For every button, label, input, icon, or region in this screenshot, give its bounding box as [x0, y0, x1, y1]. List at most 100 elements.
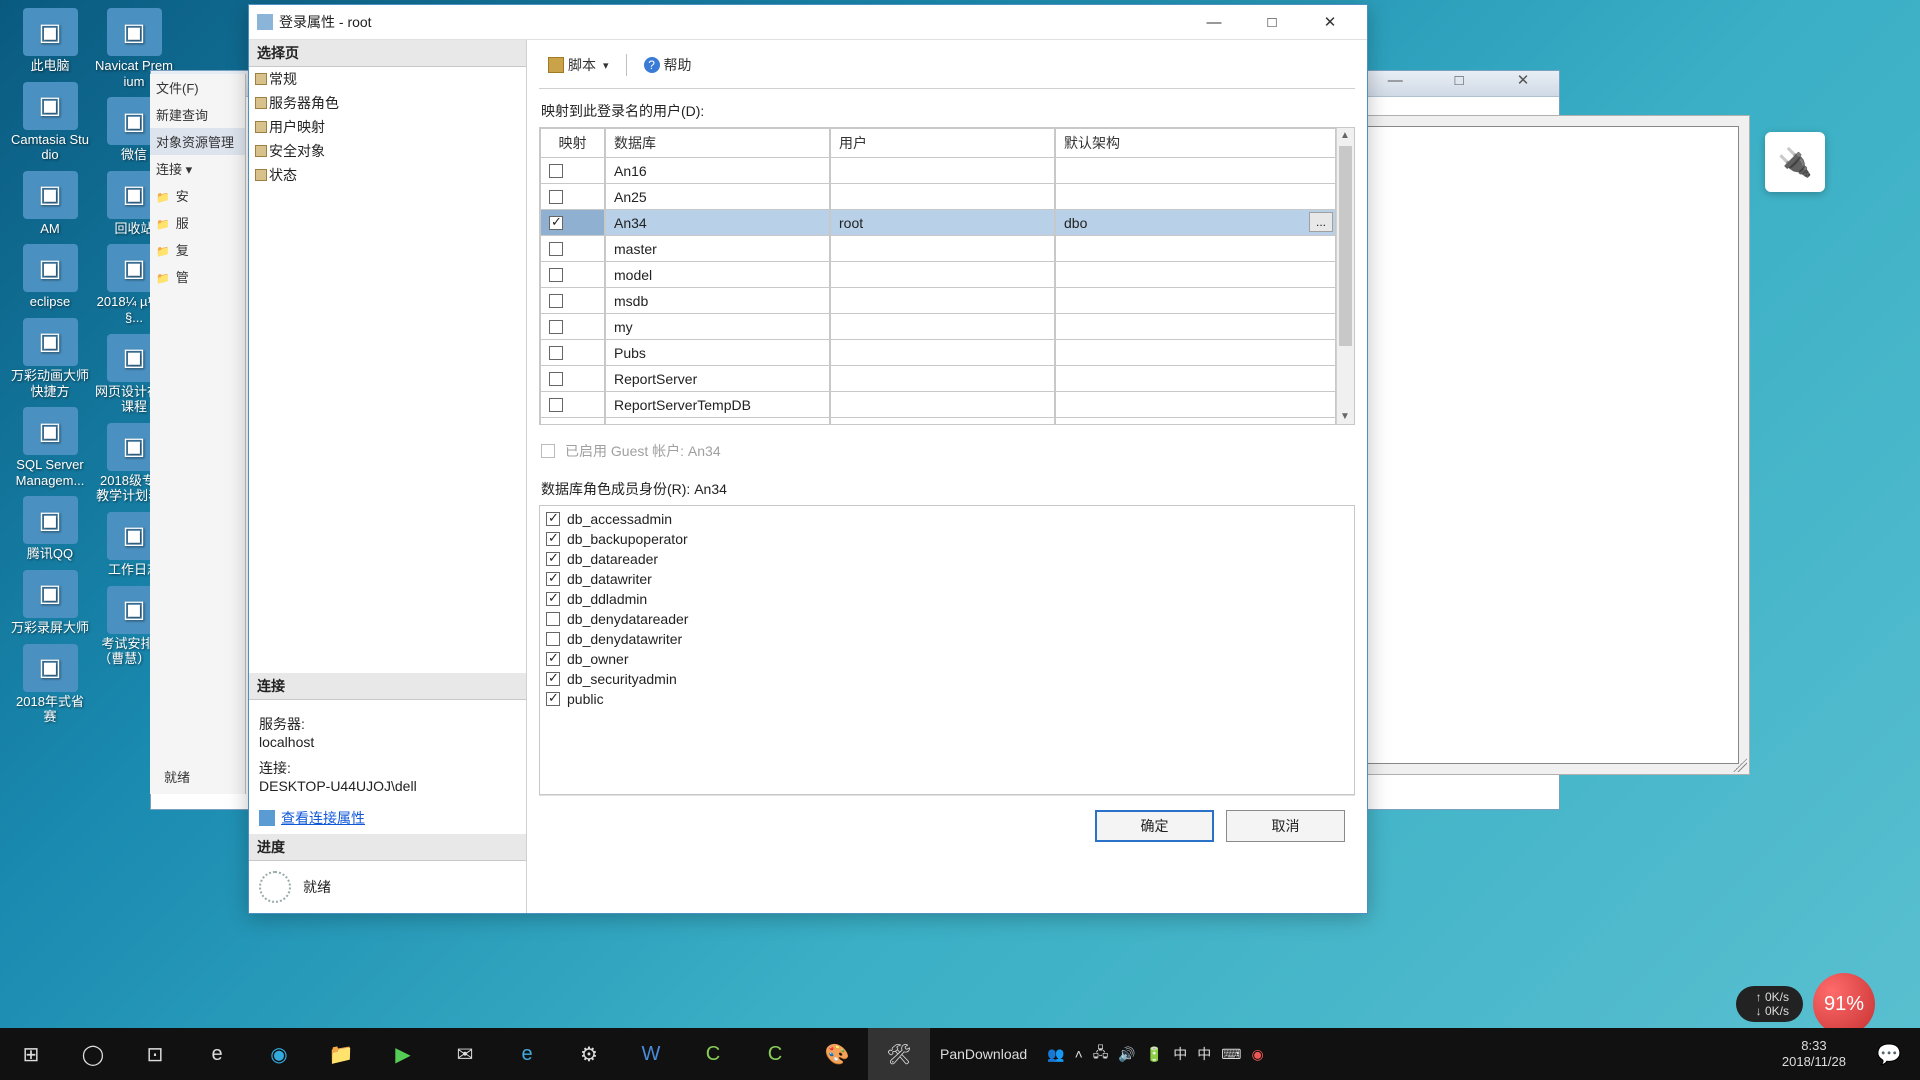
role-row[interactable]: db_owner	[546, 649, 1348, 669]
map-checkbox[interactable]	[549, 268, 563, 282]
tray-ime2[interactable]: 中	[1197, 1044, 1211, 1064]
cell-user[interactable]	[830, 418, 1055, 425]
role-row[interactable]: db_denydatawriter	[546, 629, 1348, 649]
bg-minimize-button[interactable]: —	[1365, 72, 1425, 89]
col-header-database[interactable]: 数据库	[605, 128, 830, 158]
search-button[interactable]: ◯	[62, 1028, 124, 1080]
cell-database[interactable]: An34	[605, 210, 830, 236]
page-nav-常规[interactable]: 常规	[249, 67, 526, 91]
accelerator-ball[interactable]: 91%	[1813, 973, 1875, 1035]
mapping-row[interactable]: Pubs	[540, 340, 1336, 366]
role-checkbox[interactable]	[546, 632, 560, 646]
task-view-button[interactable]: ⊡	[124, 1028, 186, 1080]
role-checkbox[interactable]	[546, 532, 560, 546]
taskbar-app-word[interactable]: W	[620, 1028, 682, 1080]
start-button[interactable]: ⊞	[0, 1028, 62, 1080]
map-checkbox[interactable]	[549, 190, 563, 204]
cell-schema[interactable]	[1055, 418, 1336, 425]
desktop-icon[interactable]: ▣万彩录屏大师	[10, 570, 90, 636]
desktop-icon[interactable]: ▣2018年式省赛	[10, 644, 90, 725]
role-checkbox[interactable]	[546, 592, 560, 606]
mapping-grid-scroll[interactable]: 映射 数据库 用户 默认架构 An16An25An34rootdbo...mas…	[539, 127, 1355, 425]
taskbar-app-mail[interactable]: ✉	[434, 1028, 496, 1080]
cancel-button[interactable]: 取消	[1226, 810, 1345, 842]
mapping-row[interactable]: An16	[540, 158, 1336, 184]
mapping-row[interactable]: ReportServer	[540, 366, 1336, 392]
script-button[interactable]: 脚本	[541, 52, 616, 78]
cell-user[interactable]	[830, 366, 1055, 392]
cell-schema[interactable]	[1055, 314, 1336, 340]
cell-user[interactable]	[830, 158, 1055, 184]
desktop-icon[interactable]: ▣此电脑	[10, 8, 90, 74]
role-row[interactable]: public	[546, 689, 1348, 709]
tray-ime1[interactable]: 中	[1173, 1044, 1187, 1064]
cell-database[interactable]: An16	[605, 158, 830, 184]
tree-node[interactable]: 服	[150, 209, 245, 236]
cell-database[interactable]: ReportServerTempDB	[605, 392, 830, 418]
cell-schema[interactable]	[1055, 236, 1336, 262]
cell-database[interactable]: ReportServer	[605, 366, 830, 392]
cell-database[interactable]: my	[605, 314, 830, 340]
maximize-button[interactable]: □	[1243, 5, 1301, 40]
map-checkbox[interactable]	[549, 424, 563, 426]
page-nav-用户映射[interactable]: 用户映射	[249, 115, 526, 139]
cell-user[interactable]	[830, 184, 1055, 210]
tree-node[interactable]: 复	[150, 236, 245, 263]
page-nav-服务器角色[interactable]: 服务器角色	[249, 91, 526, 115]
mapping-row[interactable]: my	[540, 314, 1336, 340]
cell-user[interactable]	[830, 340, 1055, 366]
usb-device-popup[interactable]: 🔌	[1765, 132, 1825, 192]
taskbar-running-app[interactable]: PanDownload	[930, 1046, 1037, 1062]
bg-maximize-button[interactable]: □	[1429, 72, 1489, 89]
dialog-title-bar[interactable]: 登录属性 - root — □ ✕	[249, 5, 1367, 40]
taskbar-app-browser[interactable]: ◉	[248, 1028, 310, 1080]
tray-chevron-icon[interactable]: ˄	[1075, 1046, 1083, 1062]
role-row[interactable]: db_datawriter	[546, 569, 1348, 589]
role-checkbox[interactable]	[546, 652, 560, 666]
taskbar-app-camtasia2[interactable]: C	[744, 1028, 806, 1080]
cell-database[interactable]: model	[605, 262, 830, 288]
cell-schema[interactable]	[1055, 340, 1336, 366]
cell-schema[interactable]	[1055, 184, 1336, 210]
ok-button[interactable]: 确定	[1095, 810, 1214, 842]
net-speed-hud[interactable]: ↑ 0K/s ↓ 0K/s 91%	[1736, 973, 1875, 1035]
map-checkbox[interactable]	[549, 346, 563, 360]
tray-360-icon[interactable]: ◉	[1252, 1046, 1264, 1063]
taskbar-app-camtasia[interactable]: C	[682, 1028, 744, 1080]
role-row[interactable]: db_datareader	[546, 549, 1348, 569]
role-row[interactable]: db_accessadmin	[546, 509, 1348, 529]
desktop-icon[interactable]: ▣腾讯QQ	[10, 496, 90, 562]
cell-schema[interactable]	[1055, 392, 1336, 418]
taskbar-app-settings[interactable]: ⚙	[558, 1028, 620, 1080]
role-row[interactable]: db_backupoperator	[546, 529, 1348, 549]
cell-database[interactable]: student	[605, 418, 830, 425]
cell-user[interactable]: root	[830, 210, 1055, 236]
role-checkbox[interactable]	[546, 692, 560, 706]
taskbar-app-ie[interactable]: e	[496, 1028, 558, 1080]
mapping-row[interactable]: msdb	[540, 288, 1336, 314]
tray-network-icon[interactable]: 🖧	[1093, 1042, 1109, 1066]
tray-keyboard-icon[interactable]: ⌨	[1221, 1046, 1241, 1063]
system-tray[interactable]: 👥 ˄ 🖧 🔊 🔋 中 中 ⌨ ◉	[1037, 1042, 1274, 1066]
cell-user[interactable]	[830, 262, 1055, 288]
taskbar-app-tools[interactable]: 🛠	[868, 1028, 930, 1080]
menu-file[interactable]: 文件(F)	[150, 74, 245, 101]
browse-schema-button[interactable]: ...	[1309, 212, 1333, 232]
map-checkbox[interactable]	[549, 398, 563, 412]
minimize-button[interactable]: —	[1185, 5, 1243, 40]
mapping-row[interactable]: master	[540, 236, 1336, 262]
grid-scrollbar[interactable]	[1336, 128, 1354, 424]
cell-schema[interactable]	[1055, 158, 1336, 184]
role-checkbox[interactable]	[546, 512, 560, 526]
resize-grip-icon[interactable]	[1733, 758, 1747, 772]
mapping-row[interactable]: An25	[540, 184, 1336, 210]
cell-database[interactable]: msdb	[605, 288, 830, 314]
bg-close-button[interactable]: ✕	[1493, 71, 1553, 89]
mapping-row[interactable]: An34rootdbo...	[540, 210, 1336, 236]
cell-schema[interactable]	[1055, 366, 1336, 392]
tree-node[interactable]: 安	[150, 182, 245, 209]
cell-database[interactable]: master	[605, 236, 830, 262]
cell-schema[interactable]	[1055, 288, 1336, 314]
map-checkbox[interactable]	[549, 372, 563, 386]
cell-schema[interactable]: dbo...	[1055, 210, 1336, 236]
